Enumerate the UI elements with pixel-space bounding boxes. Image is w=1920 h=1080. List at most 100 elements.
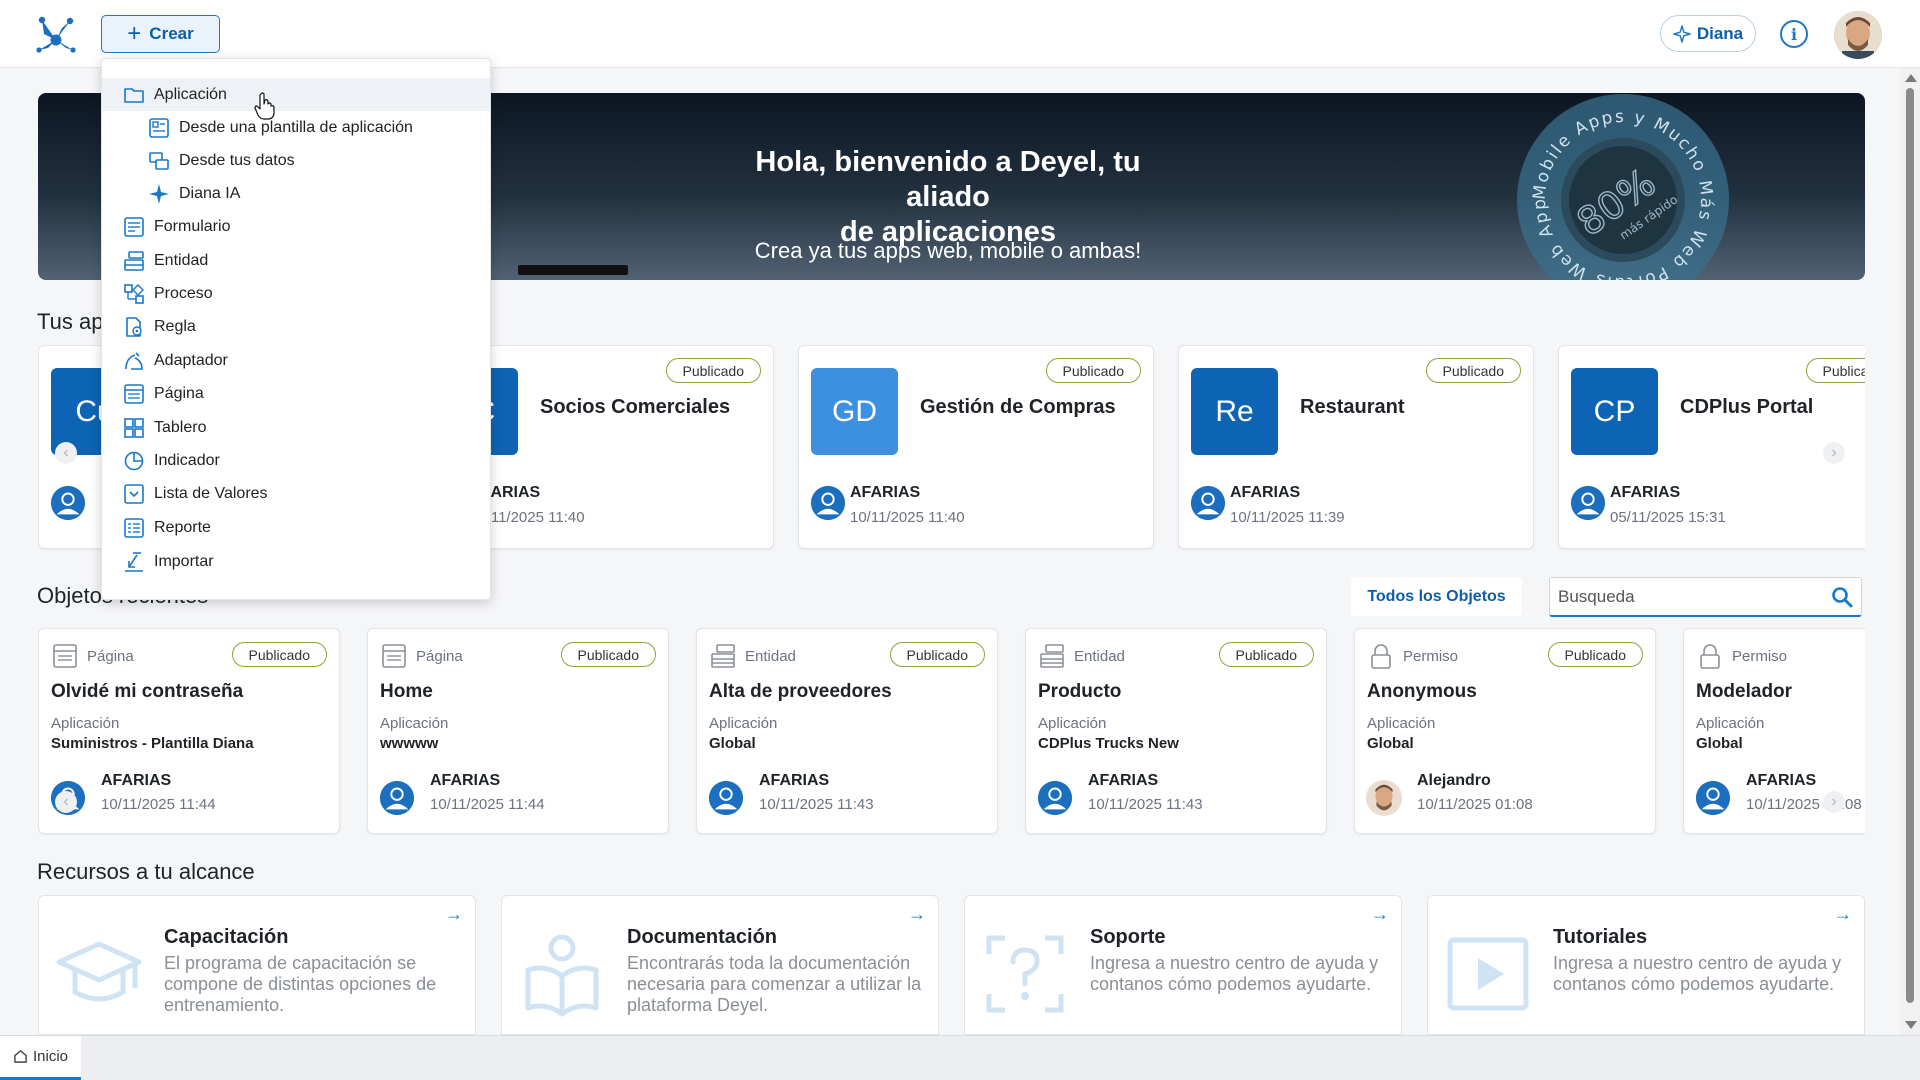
entity-icon (124, 250, 144, 271)
carousel-prev-button[interactable]: ‹ (55, 442, 77, 464)
app-card[interactable]: Re Publicado Restaurant AFARIAS 10/11/20… (1178, 345, 1534, 549)
tab-home-label: Inicio (32, 1048, 69, 1065)
object-owner: AFARIAS (759, 772, 830, 789)
diana-ai-button[interactable]: Diana (1660, 15, 1756, 52)
resource-card-training[interactable]: Capacitación El programa de capacitación… (38, 895, 476, 1035)
menu-item-reporte[interactable]: Reporte (102, 511, 490, 544)
graduation-cap-icon (56, 941, 142, 1002)
object-app-label: Aplicación (1038, 715, 1107, 732)
menu-item-indicador[interactable]: Indicador (102, 444, 490, 477)
app-card[interactable]: GD Publicado Gestión de Compras AFARIAS … (798, 345, 1154, 549)
page-icon (53, 644, 77, 668)
entity-icon (1040, 644, 1064, 668)
lock-icon (1371, 644, 1391, 669)
menu-item-desde-datos[interactable]: Desde tus datos (102, 144, 490, 177)
page-scrollbar[interactable] (1900, 68, 1920, 1035)
object-owner: AFARIAS (101, 772, 172, 789)
user-icon (708, 780, 744, 816)
object-card[interactable]: Entidad Publicado Producto Aplicación CD… (1025, 628, 1327, 834)
menu-item-entidad[interactable]: Entidad (102, 244, 490, 277)
object-owner: AFARIAS (1088, 772, 1159, 789)
diana-button-label: Diana (1696, 23, 1744, 43)
status-badge: Publicado (889, 642, 985, 667)
plus-icon: + (127, 20, 142, 47)
status-badge: Publicado (560, 642, 656, 667)
object-type: Entidad (745, 648, 796, 665)
tab-home[interactable]: Inicio (0, 1036, 81, 1080)
object-date: 10/11/2025 01:08 (1417, 796, 1533, 813)
app-tile: CP (1571, 368, 1658, 455)
object-owner: Alejandro (1417, 772, 1491, 789)
object-owner: AFARIAS (1746, 772, 1817, 789)
arrow-right-icon[interactable]: → (1371, 904, 1389, 925)
all-objects-button[interactable]: Todos los Objetos (1351, 577, 1522, 616)
scrollbar-thumb[interactable] (1906, 88, 1914, 1003)
menu-item-aplicacion[interactable]: Aplicación (102, 78, 490, 111)
object-type: Página (87, 648, 134, 665)
menu-item-pagina[interactable]: Página (102, 377, 490, 410)
scroll-up-arrow-icon[interactable] (1905, 74, 1917, 82)
user-avatar[interactable] (1834, 11, 1882, 59)
deyel-logo-icon[interactable] (36, 14, 76, 54)
object-app: Suministros - Plantilla Diana (51, 735, 254, 752)
status-badge: Publicado (1547, 642, 1643, 667)
carousel-prev-button[interactable]: ‹ (55, 791, 77, 813)
support-question-icon (986, 935, 1064, 1013)
resource-card-support[interactable]: Soporte Ingresa a nuestro centro de ayud… (964, 895, 1402, 1035)
menu-item-adaptador[interactable]: Adaptador (102, 344, 490, 377)
object-card[interactable]: Página Publicado Olvidé mi contraseña Ap… (38, 628, 340, 834)
search-field[interactable] (1549, 577, 1862, 617)
object-card[interactable]: Entidad Publicado Alta de proveedores Ap… (696, 628, 998, 834)
resource-desc: Encontrarás toda la documentación necesa… (627, 953, 922, 1015)
menu-item-tablero[interactable]: Tablero (102, 411, 490, 444)
search-input[interactable] (1558, 584, 1818, 610)
entity-icon (711, 644, 735, 668)
object-app: wwwww (380, 735, 439, 752)
menu-item-lista-valores[interactable]: Lista de Valores (102, 477, 490, 510)
arrow-right-icon[interactable]: → (1834, 904, 1852, 925)
scroll-down-arrow-icon[interactable] (1905, 1021, 1917, 1029)
user-icon (810, 485, 846, 521)
resource-card-tutorials[interactable]: Tutoriales Ingresa a nuestro centro de a… (1427, 895, 1865, 1035)
create-button[interactable]: + Crear (101, 15, 220, 53)
resource-card-docs[interactable]: Documentación Encontrarás toda la docume… (501, 895, 939, 1035)
object-card[interactable]: Página Publicado Home Aplicación wwwww A… (367, 628, 669, 834)
menu-item-diana-ia[interactable]: Diana IA (102, 177, 490, 210)
menu-item-desde-plantilla[interactable]: Desde una plantilla de aplicación (102, 111, 490, 144)
carousel-next-button[interactable]: › (1823, 442, 1845, 464)
value-list-icon (124, 483, 144, 504)
page-icon (124, 383, 144, 404)
app-card[interactable]: CP Publicado CDPlus Portal AFARIAS 05/11… (1558, 345, 1865, 549)
object-name: Anonymous (1367, 681, 1477, 702)
object-name: Home (380, 681, 433, 702)
dashboard-icon (124, 417, 144, 438)
menu-item-importar[interactable]: Importar (102, 545, 490, 578)
object-card[interactable]: Permiso Publicado Anonymous Aplicación G… (1354, 628, 1656, 834)
hand-pointer-cursor-icon (254, 92, 275, 120)
object-app-label: Aplicación (380, 715, 449, 732)
resource-title: Tutoriales (1553, 926, 1648, 948)
object-type: Permiso (1403, 648, 1459, 665)
search-icon[interactable] (1831, 586, 1853, 608)
object-name: Modelador (1696, 681, 1793, 702)
object-date: 10/11/2025 11:43 (759, 796, 874, 813)
phone-illustration (518, 265, 628, 275)
object-name: Alta de proveedores (709, 681, 892, 702)
carousel-next-button[interactable]: › (1823, 791, 1845, 813)
objects-carousel: Página Publicado Olvidé mi contraseña Ap… (38, 628, 1865, 838)
resource-desc: El programa de capacitación se compone d… (164, 953, 437, 1015)
app-name: CDPlus Portal (1680, 396, 1814, 418)
menu-item-proceso[interactable]: Proceso (102, 277, 490, 310)
menu-item-formulario[interactable]: Formulario (102, 210, 490, 243)
app-date: 10/11/2025 11:39 (1230, 509, 1345, 526)
info-icon[interactable]: i (1780, 20, 1808, 48)
arrow-right-icon[interactable]: → (908, 904, 926, 925)
status-badge: Publicado (1045, 358, 1141, 383)
object-app: CDPlus Trucks New (1038, 735, 1179, 752)
rule-icon (126, 316, 142, 337)
menu-item-regla[interactable]: Regla (102, 310, 490, 343)
sparkle-icon (1673, 24, 1691, 43)
arrow-right-icon[interactable]: → (445, 904, 463, 925)
resource-title: Documentación (627, 926, 778, 948)
create-dropdown-menu: Aplicación Desde una plantilla de aplica… (101, 58, 491, 600)
